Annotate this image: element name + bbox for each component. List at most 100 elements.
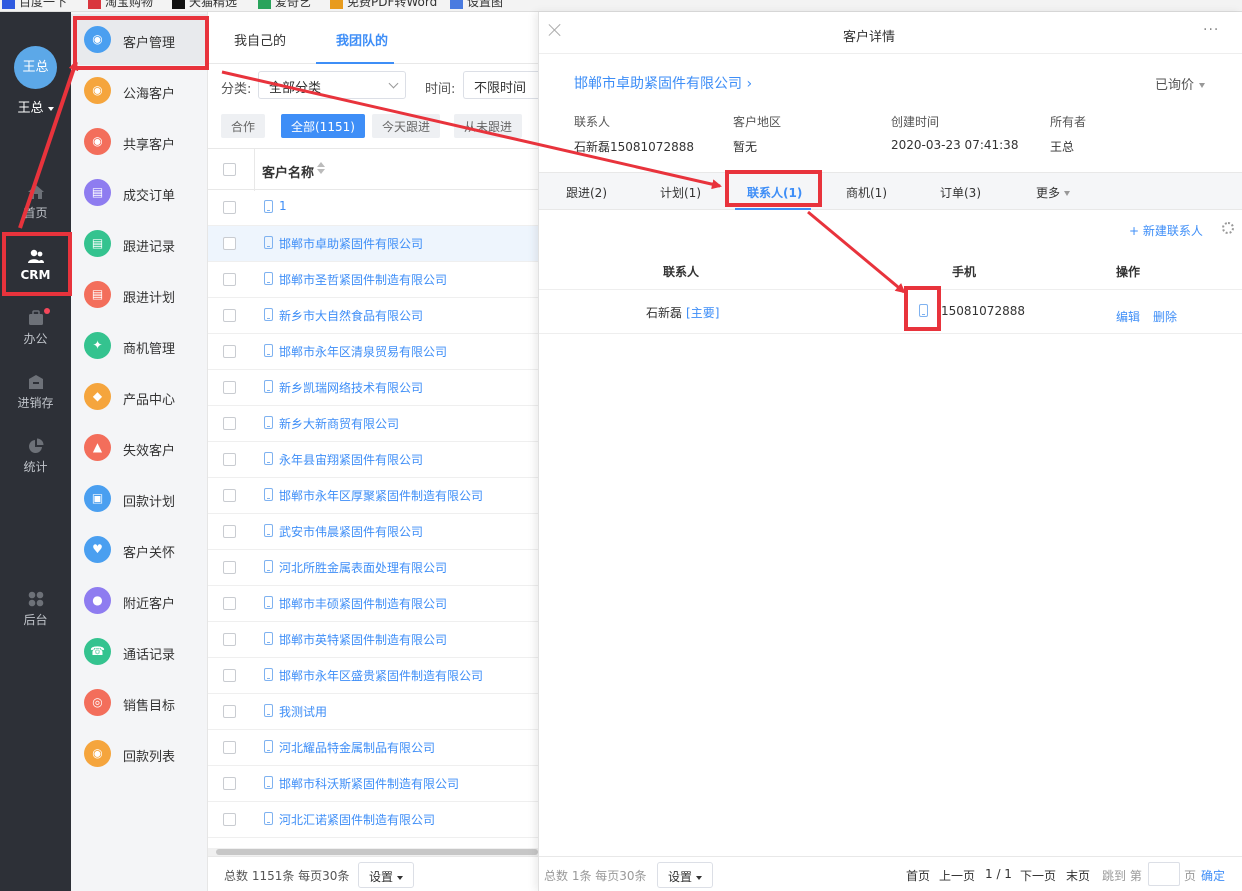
- nav-home[interactable]: 首页: [0, 178, 71, 234]
- menu-item-orders[interactable]: ▤ 成交订单: [71, 167, 207, 218]
- row-checkbox[interactable]: [223, 345, 236, 358]
- chip-today[interactable]: 今天跟进: [372, 114, 441, 138]
- nav-backend[interactable]: 后台: [0, 585, 71, 641]
- table-row[interactable]: 我测试用: [208, 694, 538, 730]
- tab-mine[interactable]: 我自己的: [234, 30, 286, 49]
- row-checkbox[interactable]: [223, 381, 236, 394]
- horizontal-scrollbar[interactable]: [208, 848, 538, 856]
- menu-item-invalid-customers[interactable]: ▲ 失效客户: [71, 422, 207, 473]
- customer-name-link[interactable]: 邯郸市永年区清泉贸易有限公司: [279, 343, 447, 360]
- more-icon[interactable]: ···: [1203, 22, 1219, 38]
- bookmark-item[interactable]: 天猫精选: [172, 0, 237, 10]
- table-row[interactable]: 河北耀品特金属制品有限公司: [208, 730, 538, 766]
- table-row[interactable]: 1: [208, 190, 538, 226]
- customer-name-link[interactable]: 邯郸市圣哲紧固件制造有限公司: [279, 271, 447, 288]
- page-number-input[interactable]: [1148, 862, 1180, 886]
- status-dropdown[interactable]: 已询价: [1155, 74, 1206, 93]
- detail-settings-button[interactable]: 设置: [657, 862, 714, 888]
- chip-cooperation[interactable]: 合作: [221, 114, 266, 138]
- tab-plan[interactable]: 计划(1): [660, 184, 701, 201]
- page-first[interactable]: 首页: [906, 867, 930, 884]
- table-row[interactable]: 邯郸市永年区厚聚紧固件制造有限公司: [208, 478, 538, 514]
- menu-item-sales-target[interactable]: ◎ 销售目标: [71, 677, 207, 728]
- table-row[interactable]: 邯郸市科沃斯紧固件制造有限公司: [208, 766, 538, 802]
- tab-orders[interactable]: 订单(3): [940, 184, 981, 201]
- menu-item-follow-plans[interactable]: ▤ 跟进计划: [71, 269, 207, 320]
- tab-opportunities[interactable]: 商机(1): [846, 184, 887, 201]
- bookmark-item[interactable]: 百度一下: [2, 0, 67, 10]
- edit-contact-button[interactable]: 编辑: [1116, 308, 1140, 325]
- row-checkbox[interactable]: [223, 669, 236, 682]
- row-checkbox[interactable]: [223, 453, 236, 466]
- customer-name-link[interactable]: 1: [279, 199, 287, 213]
- table-row[interactable]: 邯郸市丰硕紧固件制造有限公司: [208, 586, 538, 622]
- nav-inventory[interactable]: 进销存: [0, 368, 71, 424]
- menu-item-call-records[interactable]: ☎ 通话记录: [71, 626, 207, 677]
- customer-name-link[interactable]: 河北汇诺紧固件制造有限公司: [279, 811, 435, 828]
- row-checkbox[interactable]: [223, 237, 236, 250]
- tab-team[interactable]: 我团队的: [336, 30, 388, 49]
- row-checkbox[interactable]: [223, 597, 236, 610]
- row-checkbox[interactable]: [223, 489, 236, 502]
- table-row[interactable]: 永年县宙翔紧固件有限公司: [208, 442, 538, 478]
- table-row[interactable]: 新乡市大自然食品有限公司: [208, 298, 538, 334]
- page-confirm-button[interactable]: 确定: [1201, 867, 1225, 884]
- customer-name-link[interactable]: 新乡大新商贸有限公司: [279, 415, 399, 432]
- page-last[interactable]: 末页: [1066, 867, 1090, 884]
- scrollbar-thumb[interactable]: [216, 849, 538, 855]
- page-prev[interactable]: 上一页: [939, 867, 975, 884]
- row-checkbox[interactable]: [223, 561, 236, 574]
- customer-name-link[interactable]: 新乡凯瑞网络技术有限公司: [279, 379, 423, 396]
- customer-name-link[interactable]: 新乡市大自然食品有限公司: [279, 307, 423, 324]
- column-header-name[interactable]: 客户名称: [262, 162, 314, 181]
- row-checkbox[interactable]: [223, 813, 236, 826]
- table-row[interactable]: 邯郸市永年区清泉贸易有限公司: [208, 334, 538, 370]
- bookmark-item[interactable]: 爱奇艺: [258, 0, 311, 10]
- customer-name-link[interactable]: 我测试用: [279, 703, 327, 720]
- nav-statistics[interactable]: 统计: [0, 432, 71, 488]
- sort-icon[interactable]: [317, 162, 325, 174]
- row-checkbox[interactable]: [223, 705, 236, 718]
- menu-item-share-customer[interactable]: ◉ 共享客户: [71, 116, 207, 167]
- menu-item-payment-plan[interactable]: ▣ 回款计划: [71, 473, 207, 524]
- menu-item-products[interactable]: ◆ 产品中心: [71, 371, 207, 422]
- list-settings-button[interactable]: 设置: [358, 862, 415, 888]
- chip-all[interactable]: 全部(1151): [281, 114, 365, 138]
- new-contact-button[interactable]: + 新建联系人: [1129, 222, 1203, 239]
- menu-item-customer-care[interactable]: ♥ 客户关怀: [71, 524, 207, 575]
- customer-name-link[interactable]: 邯郸市永年区厚聚紧固件制造有限公司: [279, 487, 483, 504]
- menu-item-nearby-customers[interactable]: ● 附近客户: [71, 575, 207, 626]
- customer-name-link[interactable]: 邯郸市卓助紧固件有限公司: [279, 235, 423, 252]
- row-checkbox[interactable]: [223, 741, 236, 754]
- bookmark-item[interactable]: 淘宝购物: [88, 0, 153, 10]
- menu-item-opportunities[interactable]: ✦ 商机管理: [71, 320, 207, 371]
- table-row[interactable]: 邯郸市卓助紧固件有限公司: [208, 226, 538, 262]
- gear-icon[interactable]: [1222, 222, 1234, 234]
- delete-contact-button[interactable]: 删除: [1153, 308, 1177, 325]
- row-checkbox[interactable]: [223, 309, 236, 322]
- customer-name-link[interactable]: 永年县宙翔紧固件有限公司: [279, 451, 423, 468]
- table-row[interactable]: 新乡大新商贸有限公司: [208, 406, 538, 442]
- menu-item-follow-records[interactable]: ▤ 跟进记录: [71, 218, 207, 269]
- tab-more[interactable]: 更多: [1036, 184, 1071, 201]
- bookmark-item[interactable]: 免费PDF转Word: [330, 0, 437, 10]
- time-select[interactable]: 不限时间: [463, 71, 543, 99]
- avatar[interactable]: 王总: [14, 46, 57, 89]
- company-name-link[interactable]: 邯郸市卓助紧固件有限公司 ›: [574, 73, 752, 93]
- table-row[interactable]: 武安市伟晨紧固件有限公司: [208, 514, 538, 550]
- user-menu[interactable]: 王总: [0, 97, 71, 116]
- row-checkbox[interactable]: [223, 525, 236, 538]
- row-checkbox[interactable]: [223, 777, 236, 790]
- customer-name-link[interactable]: 邯郸市科沃斯紧固件制造有限公司: [279, 775, 459, 792]
- tab-follow-up[interactable]: 跟进(2): [566, 184, 607, 201]
- row-checkbox[interactable]: [223, 273, 236, 286]
- category-select[interactable]: 全部分类: [258, 71, 406, 99]
- table-row[interactable]: 邯郸市圣哲紧固件制造有限公司: [208, 262, 538, 298]
- customer-name-link[interactable]: 邯郸市英特紧固件制造有限公司: [279, 631, 447, 648]
- customer-name-link[interactable]: 武安市伟晨紧固件有限公司: [279, 523, 423, 540]
- customer-name-link[interactable]: 邯郸市丰硕紧固件制造有限公司: [279, 595, 447, 612]
- customer-name-link[interactable]: 邯郸市永年区盛贵紧固件制造有限公司: [279, 667, 483, 684]
- table-row[interactable]: 邯郸市英特紧固件制造有限公司: [208, 622, 538, 658]
- menu-item-payment-list[interactable]: ◉ 回款列表: [71, 728, 207, 779]
- customer-name-link[interactable]: 河北耀品特金属制品有限公司: [279, 739, 435, 756]
